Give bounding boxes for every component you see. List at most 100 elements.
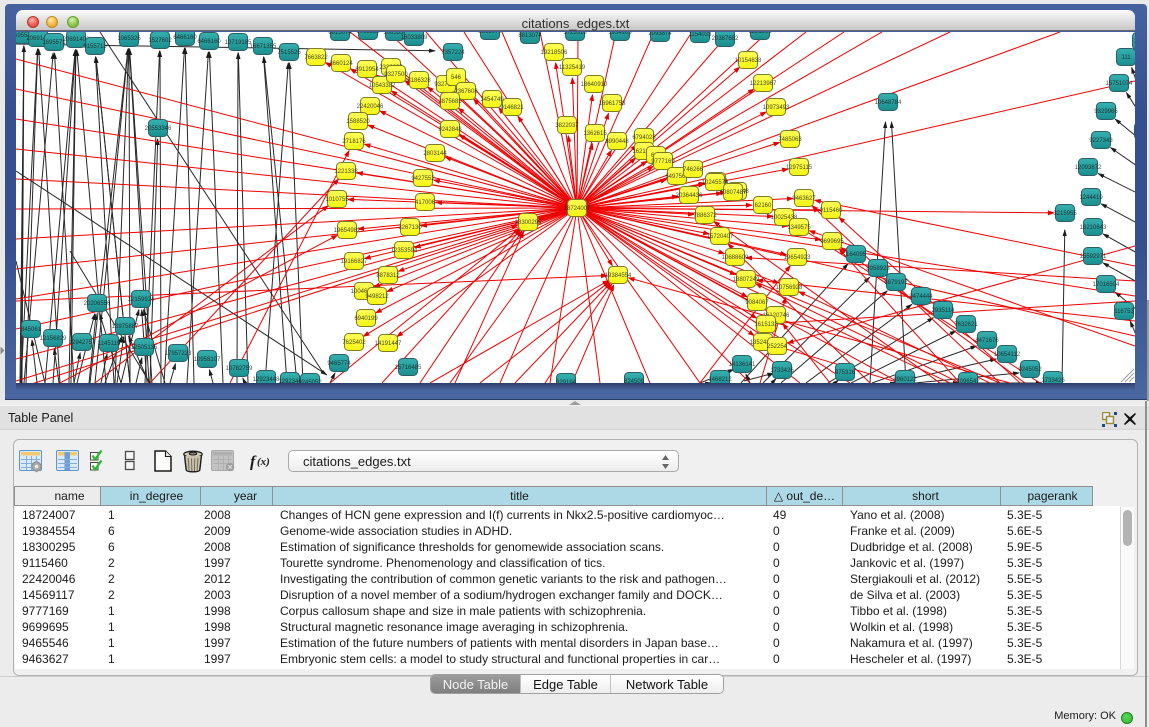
svg-text:12942757: 12942757 [69, 340, 96, 346]
svg-text:12213967: 12213967 [750, 81, 777, 87]
svg-text:9155713: 9155713 [83, 44, 107, 50]
svg-text:1154033: 1154033 [689, 32, 713, 38]
svg-text:9242848: 9242848 [438, 127, 462, 133]
svg-text:3215955: 3215955 [1053, 211, 1077, 217]
svg-text:7515526: 7515526 [277, 50, 301, 56]
svg-text:1065332: 1065332 [356, 32, 380, 35]
svg-text:12156829: 12156829 [40, 336, 67, 342]
svg-text:2803144: 2803144 [423, 151, 447, 157]
svg-text:16961758: 16961758 [599, 101, 626, 107]
svg-text:18724007: 18724007 [564, 206, 591, 212]
svg-text:1221338: 1221338 [334, 169, 358, 175]
svg-text:8958923: 8958923 [866, 266, 890, 272]
svg-text:8813074: 8813074 [478, 32, 502, 35]
svg-text:9245052: 9245052 [1018, 367, 1042, 373]
svg-text:9699695: 9699695 [820, 239, 844, 245]
svg-text:1733426: 1733426 [770, 368, 794, 374]
svg-text:10973493: 10973493 [763, 105, 790, 111]
svg-text:16210643: 16210643 [1080, 225, 1107, 231]
svg-text:18300295: 18300295 [515, 220, 542, 226]
svg-text:746266: 746266 [683, 167, 704, 173]
svg-text:10719185: 10719185 [225, 40, 252, 46]
svg-text:12093872: 12093872 [1075, 165, 1102, 171]
svg-text:1065326: 1065326 [117, 36, 141, 42]
svg-text:9227343: 9227343 [1089, 138, 1113, 144]
svg-text:1362615: 1362615 [583, 131, 607, 137]
svg-text:7886372: 7886372 [693, 213, 717, 219]
svg-text:975316: 975316 [835, 370, 856, 376]
svg-text:5723318: 5723318 [563, 32, 587, 36]
svg-text:7663822: 7663822 [304, 55, 328, 61]
svg-text:20206556: 20206556 [84, 301, 111, 307]
svg-text:10958107: 10958107 [194, 357, 221, 363]
svg-text:9327500: 9327500 [384, 72, 408, 78]
svg-text:10688609: 10688609 [722, 255, 749, 261]
svg-text:7485063: 7485063 [778, 137, 802, 143]
svg-text:1010755: 1010755 [325, 197, 349, 203]
svg-text:9465774: 9465774 [327, 361, 351, 367]
svg-text:1588520: 1588520 [346, 119, 370, 125]
svg-text:19166827: 19166827 [341, 259, 368, 265]
svg-text:10648784: 10648784 [875, 100, 902, 106]
svg-text:13975887: 13975887 [112, 324, 139, 330]
svg-text:845061: 845061 [21, 327, 42, 333]
svg-text:12975115: 12975115 [786, 165, 813, 171]
svg-text:12505135: 12505135 [131, 345, 158, 351]
svg-text:20364436: 20364436 [676, 193, 703, 199]
svg-text:111: 111 [1121, 55, 1131, 61]
svg-text:16033809: 16033809 [401, 35, 428, 41]
svg-text:9146821: 9146821 [500, 105, 524, 111]
svg-text:9245052: 9245052 [298, 380, 322, 383]
svg-text:2935114: 2935114 [932, 308, 956, 314]
svg-text:824509: 824509 [624, 379, 645, 383]
svg-text:19654923: 19654923 [784, 255, 811, 261]
svg-text:12923448: 12923448 [253, 377, 280, 383]
svg-text:1527602: 1527602 [148, 38, 172, 44]
svg-text:9427552: 9427552 [411, 176, 435, 182]
svg-text:1145119: 1145119 [98, 341, 121, 347]
svg-text:20387682: 20387682 [712, 36, 739, 42]
svg-text:252254: 252254 [767, 344, 788, 350]
svg-text:14136141: 14136141 [729, 362, 756, 368]
svg-text:10756928: 10756928 [776, 285, 803, 291]
svg-text:8912954: 8912954 [355, 67, 379, 73]
svg-text:2718176: 2718176 [342, 139, 366, 145]
svg-text:8960122: 8960122 [893, 377, 917, 383]
svg-text:15716485: 15716485 [395, 365, 422, 371]
svg-text:17957223: 17957223 [165, 351, 192, 357]
svg-text:3822037: 3822037 [555, 123, 579, 129]
svg-text:19384554: 19384554 [605, 273, 632, 279]
svg-text:62160: 62160 [755, 203, 772, 209]
svg-text:7357224: 7357224 [441, 50, 465, 56]
svg-text:9463627: 9463627 [792, 196, 816, 202]
svg-text:10807487: 10807487 [720, 190, 747, 196]
svg-text:2093874: 2093874 [648, 32, 672, 37]
svg-text:9084067: 9084067 [745, 300, 769, 306]
svg-text:8186328: 8186328 [407, 78, 431, 84]
svg-text:9498212: 9498212 [365, 294, 389, 300]
svg-text:6879197: 6879197 [884, 280, 908, 286]
svg-text:10782759: 10782759 [226, 366, 253, 372]
svg-text:10543382: 10543382 [369, 83, 396, 89]
svg-text:8660124: 8660124 [329, 61, 353, 67]
svg-text:19218506: 19218506 [541, 50, 568, 56]
svg-text:116753: 116753 [1114, 309, 1134, 315]
svg-text:9474444: 9474444 [909, 294, 933, 300]
svg-text:8990448: 8990448 [605, 139, 629, 145]
svg-text:8471676: 8471676 [975, 338, 999, 344]
svg-text:6794028: 6794028 [632, 135, 656, 141]
svg-text:11325419: 11325419 [559, 65, 586, 71]
svg-text:929194: 929194 [556, 380, 577, 383]
svg-text:10154838: 10154838 [735, 58, 762, 64]
svg-text:1615132: 1615132 [754, 322, 778, 328]
svg-text:12132: 12132 [1134, 39, 1135, 45]
svg-text:12353594: 12353594 [391, 248, 418, 254]
svg-text:8813074: 8813074 [518, 33, 542, 39]
svg-text:1244419: 1244419 [1079, 195, 1103, 201]
svg-text:17016504: 17016504 [1093, 282, 1120, 288]
svg-text:9329966: 9329966 [1094, 109, 1118, 115]
svg-text:18807249: 18807249 [733, 277, 760, 283]
svg-text:6466160: 6466160 [197, 39, 221, 45]
svg-text:1096542: 1096542 [956, 379, 980, 383]
svg-text:1954103: 1954103 [608, 32, 632, 36]
